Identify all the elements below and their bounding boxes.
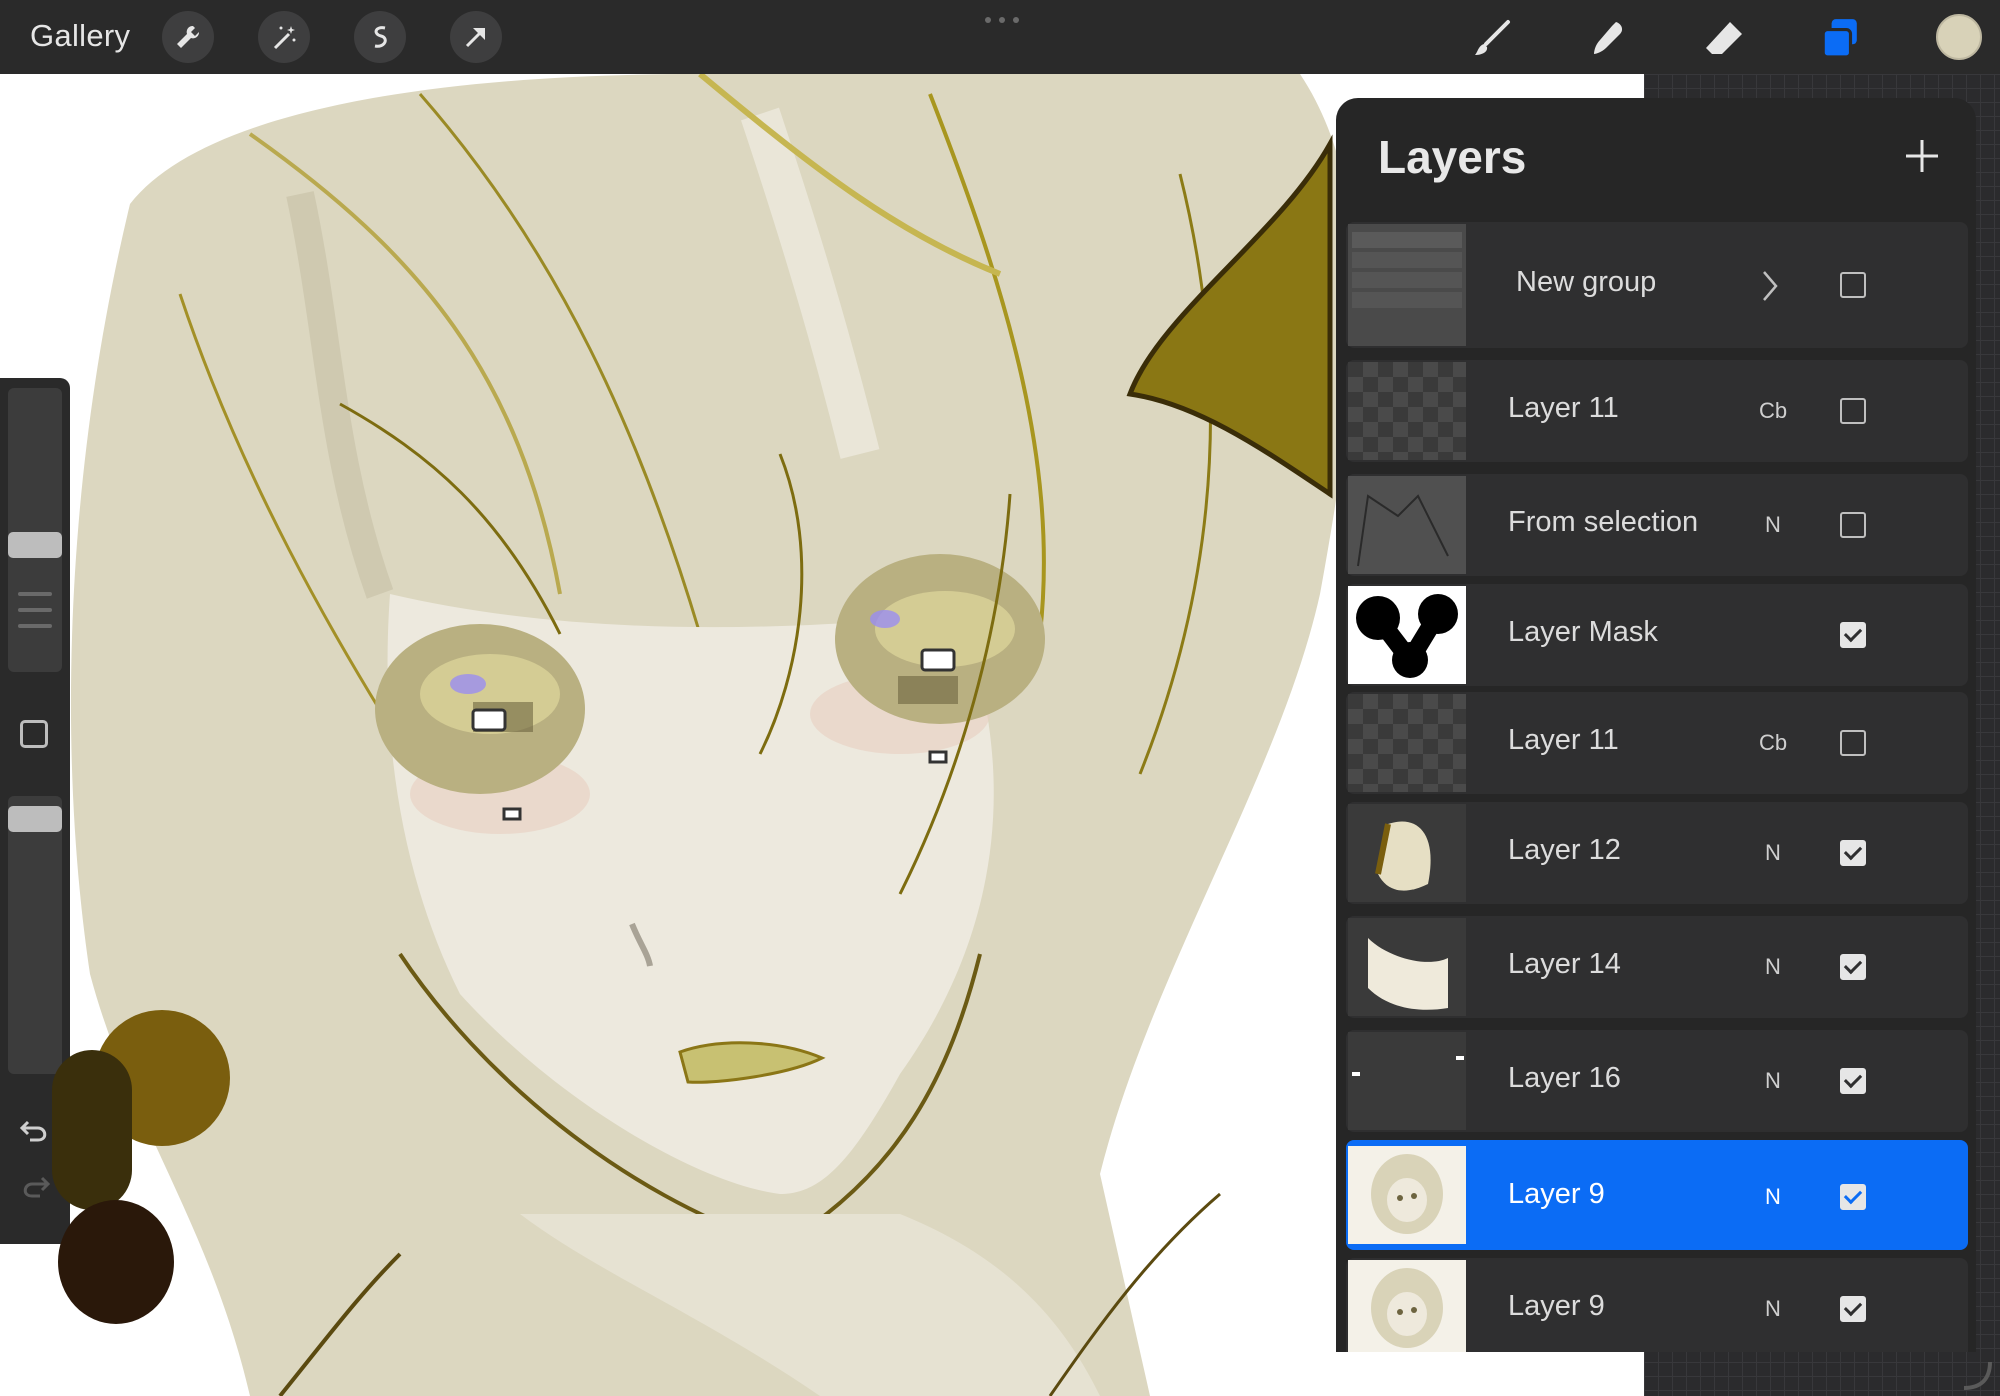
layer-visibility-checkbox[interactable] [1840, 622, 1866, 648]
layer-visibility-checkbox[interactable] [1840, 1296, 1866, 1322]
slider-tick [18, 592, 52, 596]
top-toolbar: Gallery [0, 0, 2000, 74]
layer-name: Layer 14 [1508, 948, 1621, 980]
layer-name: Layer 12 [1508, 834, 1621, 866]
mask-thumbnail [1348, 586, 1466, 684]
blend-mode-label[interactable]: N [1748, 1068, 1798, 1094]
drag-handle-icon[interactable] [983, 16, 1021, 24]
brush-size-slider[interactable] [8, 388, 62, 672]
color-history-swatch[interactable] [52, 1050, 132, 1210]
layer-visibility-checkbox[interactable] [1840, 1068, 1866, 1094]
layer-row-new-group[interactable]: New group [1346, 222, 1968, 348]
layer-thumbnail [1348, 694, 1466, 792]
layer-name: Layer 11 [1508, 724, 1619, 756]
gallery-button[interactable]: Gallery [30, 18, 130, 54]
group-thumbnail [1348, 224, 1466, 346]
layer-thumbnail [1348, 1146, 1466, 1244]
layer-thumbnail [1348, 918, 1466, 1016]
undo-icon[interactable] [18, 1114, 52, 1148]
layer-row[interactable]: Layer 9 N [1346, 1258, 1968, 1352]
layer-row[interactable]: Layer Mask [1346, 584, 1968, 686]
layer-name: Layer 16 [1508, 1062, 1621, 1094]
layer-visibility-checkbox[interactable] [1840, 272, 1866, 298]
color-picker-swatch[interactable] [1936, 14, 1982, 60]
opacity-handle[interactable] [8, 806, 62, 832]
blend-mode-label[interactable]: N [1748, 1296, 1798, 1322]
layer-visibility-checkbox[interactable] [1840, 730, 1866, 756]
layer-visibility-checkbox[interactable] [1840, 398, 1866, 424]
slider-tick [18, 608, 52, 612]
layer-name: Layer 11 [1508, 392, 1619, 424]
blend-mode-label[interactable]: Cb [1748, 730, 1798, 756]
layer-name: New group [1516, 266, 1657, 298]
layer-row-selected[interactable]: Layer 9 N [1346, 1140, 1968, 1250]
layer-thumbnail [1348, 1032, 1466, 1130]
blend-mode-label[interactable]: N [1748, 954, 1798, 980]
blend-mode-label[interactable]: Cb [1748, 398, 1798, 424]
layer-thumbnail [1348, 1260, 1466, 1352]
layer-visibility-checkbox[interactable] [1840, 954, 1866, 980]
layer-row[interactable]: Layer 16 N [1346, 1030, 1968, 1132]
layer-row[interactable]: Layer 12 N [1346, 802, 1968, 904]
redo-icon[interactable] [18, 1170, 52, 1204]
plus-icon[interactable] [1902, 136, 1942, 176]
slider-tick [18, 624, 52, 628]
layer-name: Layer 9 [1508, 1178, 1605, 1210]
transform-arrow-icon[interactable] [450, 11, 502, 63]
layers-icon[interactable] [1814, 12, 1866, 64]
brush-size-handle[interactable] [8, 532, 62, 558]
brush-icon[interactable] [1466, 12, 1518, 64]
opacity-slider[interactable] [8, 796, 62, 1074]
color-history-swatch[interactable] [58, 1200, 174, 1324]
layers-panel: Layers New group Layer 11 Cb From select… [1336, 98, 1976, 1352]
blend-mode-label[interactable]: N [1748, 840, 1798, 866]
layer-name: Layer Mask [1508, 616, 1658, 648]
eraser-icon[interactable] [1698, 12, 1750, 64]
smudge-icon[interactable] [1582, 12, 1634, 64]
layer-name: Layer 9 [1508, 1290, 1605, 1322]
layer-thumbnail [1348, 362, 1466, 460]
layer-visibility-checkbox[interactable] [1840, 1184, 1866, 1210]
layers-title: Layers [1378, 131, 1527, 183]
layer-visibility-checkbox[interactable] [1840, 512, 1866, 538]
corner-gesture-icon [1963, 1361, 1992, 1390]
magic-wand-icon[interactable] [258, 11, 310, 63]
layer-row[interactable]: From selection N [1346, 474, 1968, 576]
layer-row[interactable]: Layer 11 Cb [1346, 360, 1968, 462]
layer-visibility-checkbox[interactable] [1840, 840, 1866, 866]
wrench-icon[interactable] [162, 11, 214, 63]
layer-row[interactable]: Layer 11 Cb [1346, 692, 1968, 794]
blend-mode-label[interactable]: N [1748, 1184, 1798, 1210]
chevron-right-icon[interactable] [1758, 266, 1782, 306]
blend-mode-label[interactable]: N [1748, 512, 1798, 538]
layer-row[interactable]: Layer 14 N [1346, 916, 1968, 1018]
layer-name: From selection [1508, 506, 1699, 538]
layer-thumbnail [1348, 804, 1466, 902]
modify-button-icon[interactable] [20, 720, 48, 748]
selection-s-icon[interactable] [354, 11, 406, 63]
layer-thumbnail [1348, 476, 1466, 574]
